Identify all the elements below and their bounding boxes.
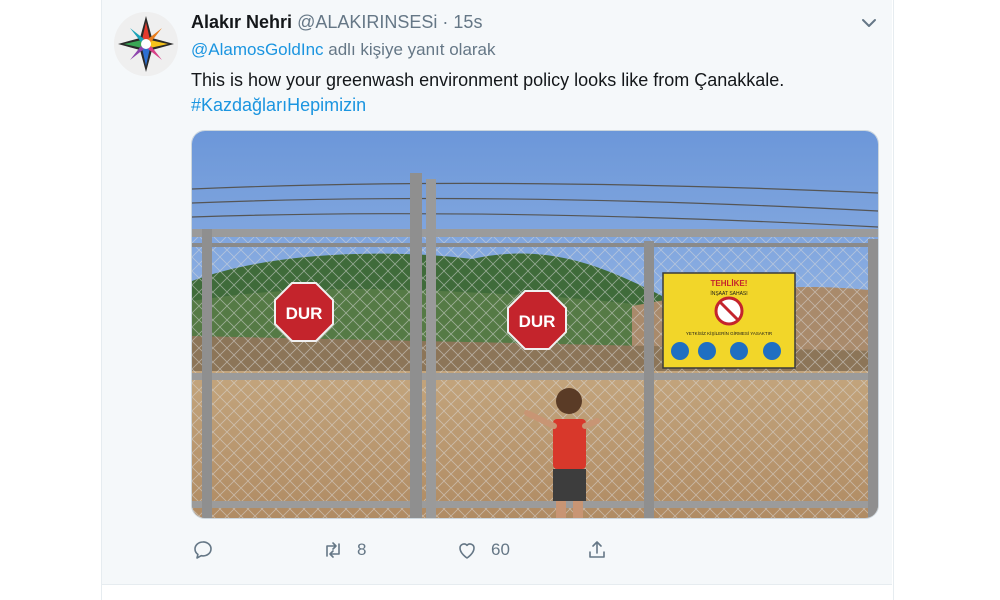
- heart-icon: [459, 543, 475, 559]
- reply-suffix: adlı kişiye yanıt olarak: [328, 40, 496, 59]
- tweet[interactable]: Alakır Nehri @ALAKIRINSESi · 15s @Alamos…: [102, 0, 892, 585]
- reply-button[interactable]: [191, 536, 215, 564]
- user-handle[interactable]: @ALAKIRINSESi: [297, 12, 437, 32]
- chevron-down-icon[interactable]: [860, 14, 878, 32]
- stop-sign-left: DUR: [274, 282, 334, 342]
- stop-sign-left-text: DUR: [286, 304, 323, 323]
- reply-icon: [194, 541, 212, 559]
- like-count: 60: [491, 540, 510, 559]
- warning-sign-title: TEHLİKE!: [711, 279, 748, 288]
- separator-dot: ·: [442, 12, 449, 32]
- tweet-text: This is how your greenwash environment p…: [191, 70, 785, 90]
- timestamp[interactable]: 15s: [453, 12, 482, 32]
- tweet-photo[interactable]: DUR DUR TEHLİKE! İNŞAAT SAHASI YETKİSİZ …: [191, 130, 879, 519]
- avatar-logo-icon: [114, 12, 178, 76]
- warning-sign: TEHLİKE! İNŞAAT SAHASI YETKİSİZ KİŞİLERİ…: [662, 272, 796, 369]
- right-column: [893, 0, 1000, 600]
- tweet-header: Alakır Nehri @ALAKIRINSESi · 15s: [191, 10, 482, 34]
- tweet-actions: 8 60: [191, 536, 711, 564]
- photo-fence-scene: DUR DUR TEHLİKE! İNŞAAT SAHASI YETKİSİZ …: [192, 131, 878, 518]
- retweet-button[interactable]: 8: [321, 536, 366, 564]
- stop-sign-right-text: DUR: [519, 312, 556, 331]
- avatar[interactable]: [114, 12, 178, 76]
- share-button[interactable]: [585, 536, 609, 564]
- display-name[interactable]: Alakır Nehri: [191, 12, 292, 32]
- reply-to-link[interactable]: @AlamosGoldInc: [191, 40, 324, 59]
- retweet-icon: [326, 542, 340, 558]
- share-icon: [589, 541, 605, 558]
- like-button[interactable]: 60: [455, 536, 510, 564]
- warning-sign-text: YETKİSİZ KİŞİLERİN GİRMESİ YASAKTIR: [686, 330, 773, 336]
- retweet-count: 8: [357, 540, 367, 559]
- hashtag-link[interactable]: #KazdağlarıHepimizin: [191, 93, 366, 117]
- stop-sign-right: DUR: [507, 290, 567, 350]
- left-column: [0, 0, 102, 600]
- reply-context: @AlamosGoldInc adlı kişiye yanıt olarak: [191, 38, 496, 62]
- warning-sign-subtitle: İNŞAAT SAHASI: [710, 290, 747, 297]
